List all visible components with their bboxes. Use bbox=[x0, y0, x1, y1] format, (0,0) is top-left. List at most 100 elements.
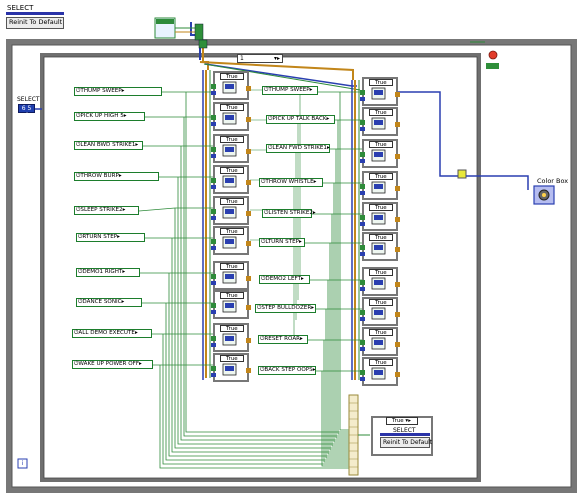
left-case-selector-4[interactable]: True bbox=[220, 167, 244, 174]
right-case-selector-6[interactable]: True bbox=[369, 234, 393, 241]
left-button-4[interactable]: ⏻THROW BURP▸ bbox=[74, 172, 159, 181]
right-button-6[interactable]: ⏻LTURN STEP▸ bbox=[259, 238, 305, 247]
right-case-selector-1[interactable]: True bbox=[369, 79, 393, 86]
case-selector-value: True bbox=[375, 142, 387, 148]
right-case-screen-icon bbox=[374, 152, 383, 157]
left-case-selector-6[interactable]: True bbox=[220, 228, 244, 235]
case-selector-value: True bbox=[375, 80, 387, 86]
left-case-output-tunnel bbox=[246, 149, 251, 154]
right-case-output-tunnel bbox=[395, 122, 400, 127]
left-case-selector-1[interactable]: True bbox=[220, 73, 244, 80]
left-case-selector-3[interactable]: True bbox=[220, 136, 244, 143]
right-case-screen-icon bbox=[374, 310, 383, 315]
case-selector-value: True bbox=[226, 168, 238, 174]
right-button-4[interactable]: ⏻THROW WHISTLE▸ bbox=[259, 178, 323, 187]
right-button-7[interactable]: ⏻DEMO2 LEFT▸ bbox=[259, 275, 310, 284]
left-case-selector-5[interactable]: True bbox=[220, 198, 244, 205]
right-case-input-tunnel bbox=[360, 120, 365, 125]
right-button-1[interactable]: ⏻THUMP SWEEP▸ bbox=[262, 86, 318, 95]
left-button-label: ⏻DANCE SONIC▸ bbox=[78, 299, 125, 305]
left-case-output-tunnel bbox=[246, 305, 251, 310]
case-selector-dropdown-icon: ▾▸ bbox=[273, 55, 280, 62]
left-case-input-tunnel bbox=[211, 239, 216, 244]
right-case-output-tunnel bbox=[395, 247, 400, 252]
right-button-2[interactable]: ⏻PICK UP TALK BACK▸ bbox=[266, 115, 335, 124]
right-case-screen-icon bbox=[374, 340, 383, 345]
right-case-selector-2[interactable]: True bbox=[369, 109, 393, 116]
left-case-input-tunnel bbox=[211, 303, 216, 308]
right-case-output-tunnel bbox=[395, 186, 400, 191]
left-case-ref-tunnel bbox=[211, 185, 216, 189]
left-case-screen-icon bbox=[225, 178, 234, 183]
left-case-output-tunnel bbox=[246, 211, 251, 216]
right-case-selector-8[interactable]: True bbox=[369, 299, 393, 306]
bottom-case-selector[interactable]: True ▾▸ bbox=[386, 417, 418, 425]
loop-counter-label: i bbox=[21, 460, 24, 467]
right-button-5[interactable]: ⏻LISTEN STRIKE2▸ bbox=[262, 209, 316, 218]
left-case-selector-8[interactable]: True bbox=[220, 292, 244, 299]
left-case-selector-9[interactable]: True bbox=[220, 325, 244, 332]
right-case-output-tunnel bbox=[395, 372, 400, 377]
right-case-selector-4[interactable]: True bbox=[369, 173, 393, 180]
right-button-label: ⏻STEP BULLDOZER▸ bbox=[257, 305, 315, 311]
left-button-label: ⏻THROW BURP▸ bbox=[76, 173, 122, 179]
left-button-6[interactable]: ⏻RTURN STEP▸ bbox=[76, 233, 145, 242]
left-button-7[interactable]: ⏻DEMO1 RIGHT▸ bbox=[76, 268, 140, 277]
left-case-ref-tunnel bbox=[211, 246, 216, 250]
outer-while-loop bbox=[6, 39, 577, 493]
left-case-input-tunnel bbox=[211, 209, 216, 214]
left-case-selector-2[interactable]: True bbox=[220, 104, 244, 111]
left-case-selector-7[interactable]: True bbox=[220, 263, 244, 270]
left-button-label: ⏻PICK UP HIGH 5▸ bbox=[76, 113, 127, 119]
right-case-ref-tunnel bbox=[360, 317, 365, 321]
left-button-1[interactable]: ⏻THUMP SWEEP▸ bbox=[74, 87, 162, 96]
case-selector[interactable]: 1 ▾▸ bbox=[237, 54, 283, 63]
right-case-selector-9[interactable]: True bbox=[369, 329, 393, 336]
left-case-input-tunnel bbox=[211, 274, 216, 279]
right-case-selector-5[interactable]: True bbox=[369, 204, 393, 211]
right-button-10[interactable]: ⏻BACK STEP OOPS▸ bbox=[258, 366, 316, 375]
color-tunnel bbox=[457, 169, 467, 179]
right-button-3[interactable]: ⏻LEAN FWD STRIKE1▸ bbox=[266, 144, 330, 153]
left-button-8[interactable]: ⏻DANCE SONIC▸ bbox=[76, 298, 142, 307]
reinit-to-default-button[interactable]: Reinit To Default bbox=[6, 17, 64, 29]
right-case-ref-tunnel bbox=[360, 191, 365, 195]
bottom-case-value: True bbox=[392, 418, 404, 424]
case-selector-value: True bbox=[375, 110, 387, 116]
left-button-3[interactable]: ⏻LEAN BWD STRIKE1▸ bbox=[74, 141, 143, 150]
right-button-9[interactable]: ⏻RESET ROAR▸ bbox=[258, 335, 308, 344]
case-selector-value: True bbox=[226, 137, 238, 143]
right-case-output-tunnel bbox=[395, 217, 400, 222]
right-case-ref-tunnel bbox=[360, 287, 365, 291]
left-case-output-tunnel bbox=[246, 117, 251, 122]
right-case-screen-icon bbox=[374, 245, 383, 250]
left-button-9[interactable]: ⏻ALL DEMO EXECUTE▸ bbox=[72, 329, 152, 338]
right-case-input-tunnel bbox=[360, 90, 365, 95]
right-case-output-tunnel bbox=[395, 342, 400, 347]
left-case-ref-tunnel bbox=[211, 216, 216, 220]
right-button-label: ⏻PICK UP TALK BACK▸ bbox=[268, 116, 330, 122]
bottom-reinit-button[interactable]: Reinit To Default bbox=[380, 437, 432, 448]
left-button-2[interactable]: ⏻PICK UP HIGH 5▸ bbox=[74, 112, 145, 121]
right-button-label: ⏻RESET ROAR▸ bbox=[260, 336, 303, 342]
color-box-label: Color Box bbox=[537, 177, 569, 185]
left-case-selector-10[interactable]: True bbox=[220, 355, 244, 362]
select-terminal[interactable]: 6 5 4 bbox=[18, 104, 35, 119]
right-button-label: ⏻DEMO2 LEFT▸ bbox=[261, 276, 304, 282]
left-case-ref-tunnel bbox=[211, 122, 216, 126]
left-button-10[interactable]: ⏻WAKE UP POWER OFF▸ bbox=[72, 360, 153, 369]
right-case-screen-icon bbox=[374, 90, 383, 95]
left-button-5[interactable]: ⏻SLEEP STRIKE2▸ bbox=[74, 206, 139, 215]
top-select-label: SELECT bbox=[7, 4, 34, 12]
right-case-ref-tunnel bbox=[360, 97, 365, 101]
top-control-bar bbox=[6, 12, 64, 15]
right-case-input-tunnel bbox=[360, 280, 365, 285]
right-button-8[interactable]: ⏻STEP BULLDOZER▸ bbox=[255, 304, 316, 313]
left-case-screen-icon bbox=[225, 209, 234, 214]
case-selector-value: True bbox=[375, 205, 387, 211]
right-case-selector-3[interactable]: True bbox=[369, 141, 393, 148]
left-case-screen-icon bbox=[225, 366, 234, 371]
right-case-selector-10[interactable]: True bbox=[369, 359, 393, 366]
left-case-ref-tunnel bbox=[211, 310, 216, 314]
right-case-selector-7[interactable]: True bbox=[369, 269, 393, 276]
